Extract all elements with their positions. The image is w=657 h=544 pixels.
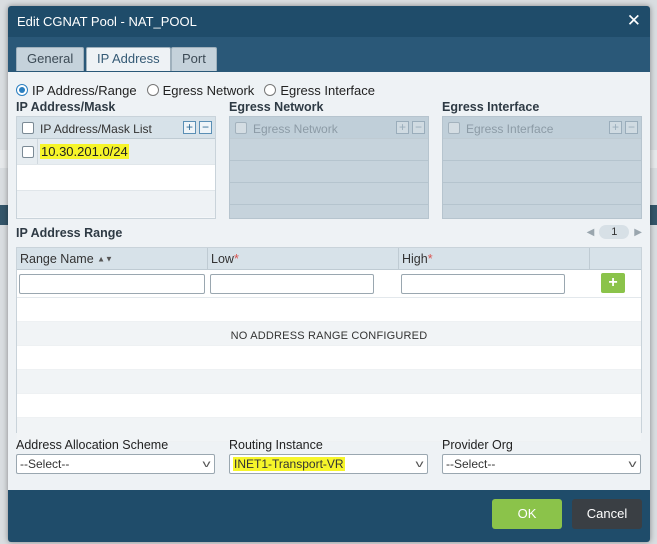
- radio-label: Egress Network: [162, 82, 255, 98]
- tab-strip: General IP Address Port: [8, 37, 650, 72]
- empty-row: [443, 161, 641, 183]
- select-value: --Select--: [20, 457, 70, 471]
- provider-org-select[interactable]: --Select-- v: [442, 454, 641, 474]
- ip-range-table: Range Name ▲▼ Low* High* + NO ADDRESS RA…: [16, 247, 642, 442]
- empty-row: [230, 139, 428, 161]
- add-icon: +: [396, 121, 409, 134]
- chevron-down-icon: v: [628, 459, 637, 470]
- allocation-scheme-select[interactable]: --Select-- v: [16, 454, 215, 474]
- ip-range-table-header: Range Name ▲▼ Low* High*: [17, 248, 641, 270]
- egress-interface-section-label: Egress Interface: [442, 100, 540, 114]
- dialog-title: Edit CGNAT Pool - NAT_POOL: [17, 14, 197, 29]
- ip-mask-list-panel: IP Address/Mask List + − 10.30.201.0/24: [16, 116, 216, 219]
- empty-row: [230, 161, 428, 183]
- add-range-button[interactable]: +: [601, 273, 625, 293]
- chevron-down-icon: v: [202, 459, 211, 470]
- ip-mask-column-header: IP Address/Mask List: [40, 122, 152, 136]
- egress-interface-header: Egress Interface + −: [443, 117, 641, 139]
- radio-unchecked-icon: [146, 84, 159, 96]
- remove-icon: −: [625, 121, 638, 134]
- ip-mask-list-header: IP Address/Mask List + −: [17, 117, 215, 139]
- range-input-row: +: [17, 270, 641, 298]
- dialog-footer: OK Cancel: [8, 490, 650, 542]
- low-column-header: Low*: [208, 248, 399, 270]
- column-label: High: [402, 252, 428, 266]
- empty-row: [443, 139, 641, 161]
- table-row: [17, 298, 641, 322]
- prev-page-icon[interactable]: ◀: [587, 227, 595, 238]
- ok-button[interactable]: OK: [492, 499, 562, 529]
- radio-egress-interface[interactable]: Egress Interface: [264, 83, 375, 98]
- egress-interface-panel: Egress Interface + −: [442, 116, 642, 219]
- cancel-button[interactable]: Cancel: [572, 499, 642, 529]
- close-icon[interactable]: ✕: [627, 11, 641, 31]
- column-label: Range Name: [20, 252, 94, 266]
- radio-checked-icon: [16, 84, 28, 96]
- egress-network-column-header: Egress Network: [253, 122, 338, 136]
- list-item[interactable]: 10.30.201.0/24: [17, 139, 215, 165]
- egress-network-panel: Egress Network + −: [229, 116, 429, 219]
- select-all-checkbox[interactable]: [22, 122, 34, 134]
- ip-range-section-label: IP Address Range: [16, 226, 123, 240]
- high-column-header: High*: [399, 248, 590, 270]
- radio-unchecked-icon: [264, 84, 277, 96]
- tab-general[interactable]: General: [16, 47, 85, 71]
- egress-network-section-label: Egress Network: [229, 100, 324, 114]
- empty-row: [230, 183, 428, 205]
- table-row: [17, 346, 641, 370]
- empty-range-message: NO ADDRESS RANGE CONFIGURED: [230, 330, 428, 342]
- column-divider: [37, 139, 38, 164]
- radio-egress-network[interactable]: Egress Network: [146, 82, 255, 98]
- select-all-checkbox: [235, 122, 247, 134]
- add-icon: +: [609, 121, 622, 134]
- page-number[interactable]: 1: [599, 225, 630, 239]
- egress-interface-column-header: Egress Interface: [466, 122, 554, 136]
- routing-instance-select[interactable]: INET1-Transport-VR v: [229, 454, 428, 474]
- chevron-down-icon: v: [415, 459, 424, 470]
- radio-label: IP Address/Range: [32, 82, 137, 98]
- dialog-titlebar: Edit CGNAT Pool - NAT_POOL ✕: [8, 6, 650, 37]
- range-low-input[interactable]: [210, 274, 374, 294]
- ip-mask-value: 10.30.201.0/24: [40, 144, 129, 159]
- range-name-column-header[interactable]: Range Name ▲▼: [17, 248, 208, 270]
- dialog-body: General IP Address Port IP Address/Range…: [8, 37, 650, 490]
- edit-cgnat-pool-dialog: Edit CGNAT Pool - NAT_POOL ✕ General IP …: [8, 6, 650, 542]
- tab-port[interactable]: Port: [171, 47, 217, 71]
- range-name-input[interactable]: [19, 274, 205, 294]
- pagination: ◀ 1 ▶: [587, 225, 642, 239]
- empty-row: [443, 183, 641, 205]
- select-value: --Select--: [446, 457, 496, 471]
- routing-instance-label: Routing Instance: [229, 438, 323, 452]
- empty-row: [17, 165, 215, 191]
- row-checkbox[interactable]: [22, 146, 34, 158]
- radio-label: Egress Interface: [280, 82, 375, 98]
- range-high-input[interactable]: [401, 274, 565, 294]
- table-row: [17, 394, 641, 418]
- column-label: Low: [211, 252, 234, 266]
- radio-ip-address-range[interactable]: IP Address/Range: [16, 83, 137, 98]
- add-icon[interactable]: +: [183, 121, 196, 134]
- next-page-icon[interactable]: ▶: [634, 227, 642, 238]
- allocation-scheme-label: Address Allocation Scheme: [16, 438, 169, 452]
- provider-org-label: Provider Org: [442, 438, 513, 452]
- table-row: [17, 370, 641, 394]
- required-mark: *: [427, 252, 433, 266]
- remove-icon: −: [412, 121, 425, 134]
- address-type-radio-group: IP Address/Range Egress Network Egress I…: [16, 81, 385, 99]
- sort-icon[interactable]: ▲▼: [97, 255, 113, 264]
- empty-row: [17, 191, 215, 217]
- required-mark: *: [233, 252, 239, 266]
- select-all-checkbox: [448, 122, 460, 134]
- egress-network-header: Egress Network + −: [230, 117, 428, 139]
- tab-ip-address[interactable]: IP Address: [86, 47, 171, 71]
- ip-mask-section-label: IP Address/Mask: [16, 100, 116, 114]
- remove-icon[interactable]: −: [199, 121, 212, 134]
- select-value: INET1-Transport-VR: [233, 457, 345, 471]
